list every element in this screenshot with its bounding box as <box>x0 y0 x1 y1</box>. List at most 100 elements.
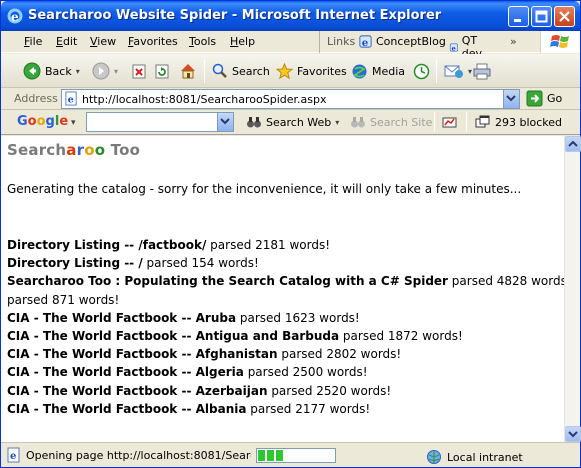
refresh-icon <box>155 64 169 79</box>
popup-blocker-button[interactable]: 293 blocked <box>475 113 562 131</box>
mail-dropdown-icon[interactable]: ▾ <box>468 67 472 76</box>
title-bar[interactable]: e Searcharoo Website Spider - Microsoft … <box>1 1 580 31</box>
scroll-down-button[interactable] <box>565 426 581 442</box>
google-search-dropdown-button[interactable] <box>217 113 233 131</box>
toolbar-separator <box>436 59 437 83</box>
links-bar: Links e ConceptBlog e QT dev » <box>319 31 517 60</box>
minimize-button[interactable] <box>508 6 529 27</box>
log-line: CIA - The World Factbook -- Aruba parsed… <box>7 309 562 327</box>
menu-bar: File Edit View Favorites Tools Help Link… <box>1 31 580 60</box>
popup-blocker-icon <box>475 115 490 128</box>
link-conceptblog-label: ConceptBlog <box>376 35 446 48</box>
menu-tools[interactable]: Tools <box>189 35 216 48</box>
window-title: Searcharoo Website Spider - Microsoft In… <box>28 8 442 23</box>
svg-text:e: e <box>362 37 369 49</box>
search-web-dropdown-icon[interactable]: ▾ <box>335 118 339 127</box>
log-line: CIA - The World Factbook -- Albania pars… <box>7 400 562 418</box>
log-line: CIA - The World Factbook -- Afghanistan … <box>7 345 562 363</box>
links-chevron-icon[interactable]: » <box>510 35 517 48</box>
print-button[interactable] <box>473 60 491 82</box>
log-line: Searcharoo Too : Populating the Search C… <box>7 272 564 290</box>
log-line-result: parsed 1872 words! <box>339 329 463 344</box>
page-icon: e <box>65 91 77 106</box>
menu-view[interactable]: View <box>90 35 116 48</box>
favorites-button[interactable]: Favorites <box>276 60 347 82</box>
maximize-button[interactable] <box>531 6 552 27</box>
crawl-log: Directory Listing -- /factbook/ parsed 2… <box>7 236 564 418</box>
ie-page-icon: e <box>359 35 372 49</box>
go-button[interactable]: Go <box>526 90 562 107</box>
browser-window: e Searcharoo Website Spider - Microsoft … <box>0 0 581 468</box>
home-button[interactable] <box>179 60 197 82</box>
log-line-result: parsed 871 words! <box>7 292 120 307</box>
log-line: CIA - The World Factbook -- Azerbaijan p… <box>7 382 562 400</box>
blocked-count-label: 293 blocked <box>495 115 563 129</box>
vertical-scrollbar[interactable] <box>564 136 581 442</box>
history-icon <box>413 63 430 79</box>
binoculars-icon <box>351 117 365 128</box>
toolbar-separator <box>434 112 435 132</box>
log-line-title: Searcharoo Too : Populating the Search C… <box>7 274 448 289</box>
log-line-result: parsed 2802 words! <box>277 347 402 362</box>
log-line-result: parsed 2177 words! <box>246 401 371 416</box>
log-line-result: parsed 4828 words! <box>447 274 564 289</box>
search-button[interactable]: Search <box>212 60 270 82</box>
menu-file[interactable]: File <box>24 35 42 48</box>
loading-page-icon: e <box>7 447 20 463</box>
svg-text:e: e <box>11 10 19 24</box>
refresh-button[interactable] <box>155 60 171 82</box>
loading-progress-bar <box>256 448 336 463</box>
log-line-title: CIA - The World Factbook -- Aruba <box>7 310 237 325</box>
log-line: CIA - The World Factbook -- Algeria pars… <box>7 363 562 381</box>
back-button[interactable]: Back ▾ <box>23 60 80 82</box>
address-label: Address <box>14 92 58 105</box>
google-logo[interactable]: Google ▾ <box>17 114 76 129</box>
log-line-title: CIA - The World Factbook -- Azerbaijan <box>7 383 268 398</box>
search-site-button[interactable]: Search Site <box>350 113 432 131</box>
back-dropdown-icon[interactable]: ▾ <box>76 67 80 76</box>
google-search-input[interactable] <box>86 112 234 132</box>
page-heading-text: Searcharoo Too <box>7 141 141 159</box>
back-arrow-icon <box>23 62 41 80</box>
status-text: Opening page http://localhost:8081/Searc… <box>26 449 251 462</box>
scroll-up-button[interactable] <box>565 136 581 152</box>
log-line-title: CIA - The World Factbook -- Afghanistan <box>7 347 278 362</box>
log-line: Directory Listing -- /factbook/ parsed 2… <box>7 236 562 254</box>
log-line: Directory Listing -- / parsed 154 words! <box>7 254 562 272</box>
binoculars-icon <box>247 117 261 128</box>
mail-icon <box>444 65 463 78</box>
printer-icon <box>473 63 491 79</box>
search-web-button[interactable]: Search Web ▾ <box>246 113 339 131</box>
log-line-title: Directory Listing -- /factbook/ <box>7 238 207 252</box>
pagerank-icon <box>442 117 457 128</box>
menu-edit[interactable]: Edit <box>56 35 77 48</box>
forward-dropdown-icon[interactable]: ▾ <box>114 67 118 76</box>
log-line: parsed 871 words! <box>7 291 562 309</box>
search-site-label: Search Site <box>370 115 433 129</box>
search-icon <box>212 63 227 78</box>
menu-help[interactable]: Help <box>230 35 255 48</box>
progress-segment <box>258 450 265 461</box>
links-label: Links <box>327 35 356 48</box>
intranet-globe-icon <box>427 450 441 464</box>
page-content: Searcharoo Too Generating the catalog - … <box>1 136 564 442</box>
mail-button[interactable]: ▾ <box>444 60 472 82</box>
address-input[interactable]: e http://localhost:8081/SearcharooSpider… <box>61 89 520 109</box>
close-button[interactable] <box>554 6 575 27</box>
menu-favorites[interactable]: Favorites <box>128 35 178 48</box>
link-conceptblog[interactable]: e ConceptBlog <box>358 34 446 49</box>
stop-button[interactable] <box>132 60 148 82</box>
address-dropdown-button[interactable] <box>503 90 519 108</box>
log-line-title: Directory Listing -- / <box>7 256 143 271</box>
google-toolbar: Google ▾ Search Web ▾ Search Site 293 bl… <box>1 110 580 135</box>
windows-flag-icon <box>550 35 569 48</box>
forward-button[interactable]: ▾ <box>92 60 118 82</box>
log-line-result: parsed 2520 words! <box>267 383 392 398</box>
media-button[interactable]: Media <box>351 60 405 82</box>
history-button[interactable] <box>413 60 430 82</box>
log-line-title: CIA - The World Factbook -- Antigua and … <box>7 329 340 344</box>
home-icon <box>181 64 195 79</box>
log-line-result: parsed 1623 words! <box>236 310 360 325</box>
pagerank-button[interactable] <box>442 113 458 131</box>
address-bar: Address e http://localhost:8081/Searchar… <box>1 88 580 110</box>
